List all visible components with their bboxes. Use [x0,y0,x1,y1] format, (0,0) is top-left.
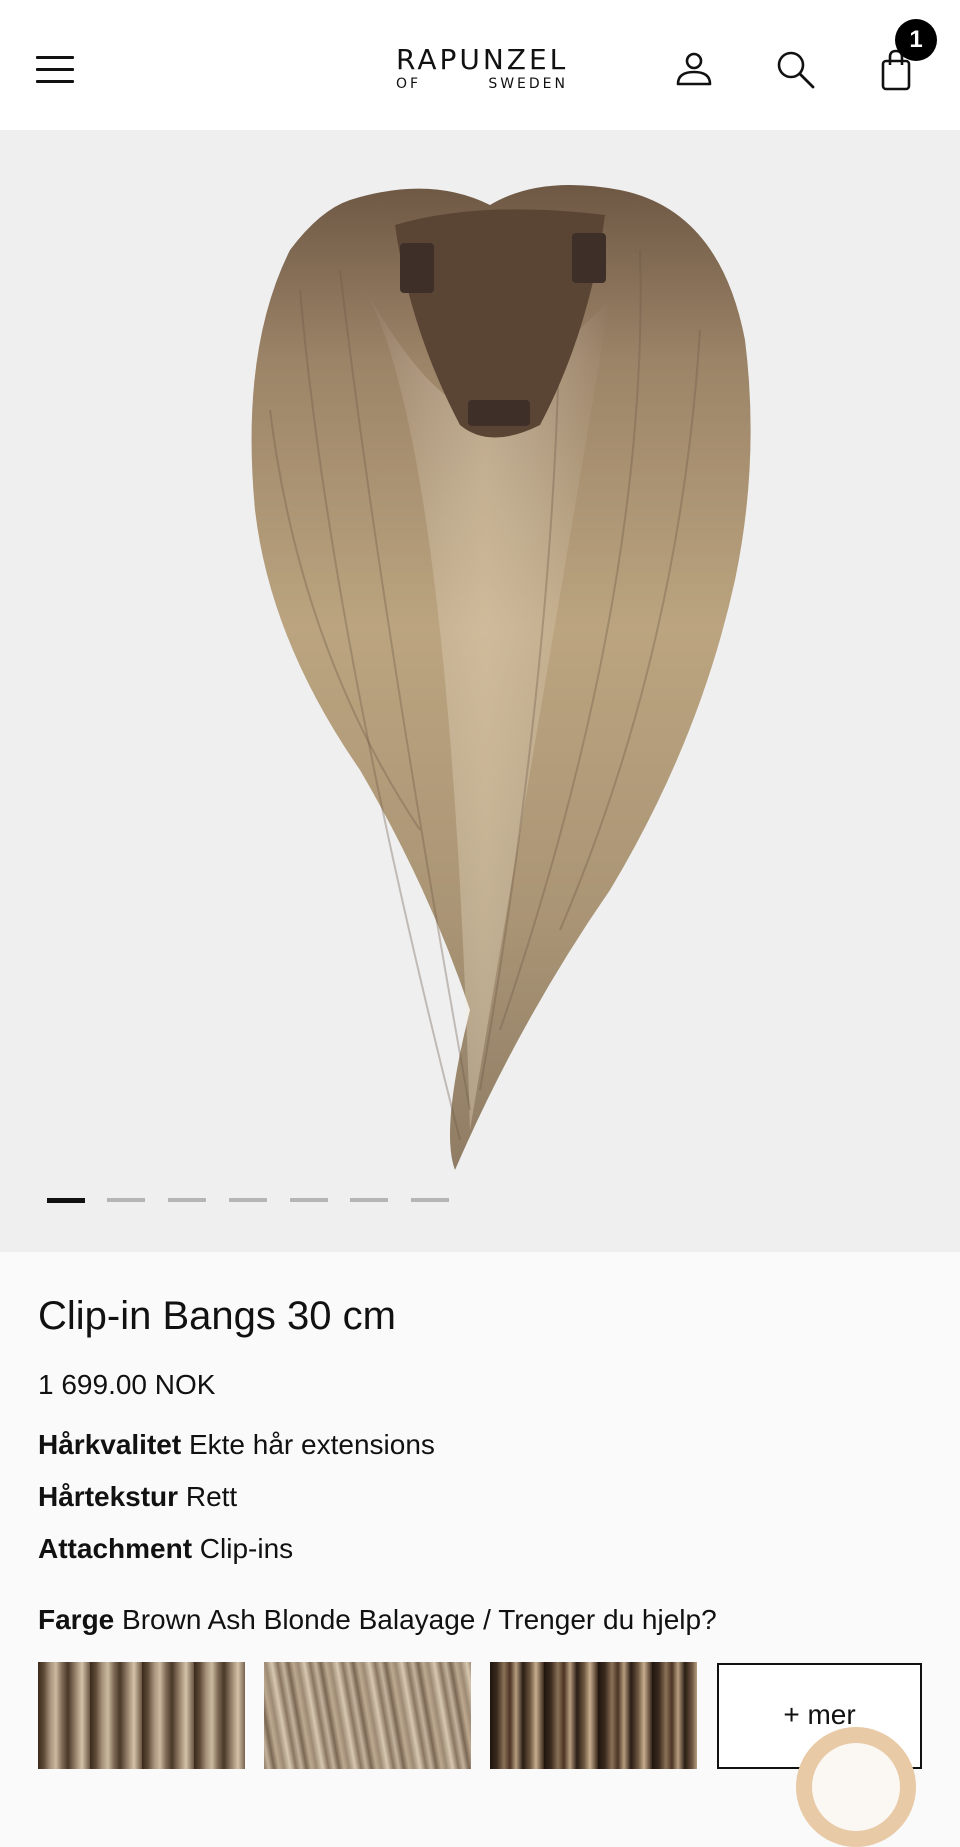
logo-of: OF [396,76,422,92]
logo[interactable]: RAPUNZEL OF SWEDEN [396,46,568,94]
product-image [251,185,751,1170]
slide-dot-1[interactable] [47,1198,85,1203]
color-swatch-2[interactable] [264,1662,471,1769]
slide-dot-4[interactable] [229,1198,267,1202]
product-image-gallery[interactable] [0,130,960,1252]
slide-dot-5[interactable] [290,1198,328,1202]
logo-wordmark: RAPUNZEL [396,43,569,76]
color-value[interactable]: Brown Ash Blonde Balayage / Trenger du h… [122,1604,717,1635]
attribute-attachment: Attachment Clip-ins [38,1532,293,1566]
chat-icon [812,1743,900,1831]
site-header: RAPUNZEL OF SWEDEN 1 [0,0,960,130]
menu-icon[interactable] [36,54,76,84]
attribute-hair-texture: Hårtekstur Rett [38,1480,237,1514]
attribute-value: Rett [185,1481,238,1512]
chat-widget-button[interactable] [796,1727,916,1847]
attribute-label: Attachment [38,1533,193,1564]
color-selector-heading: Farge Brown Ash Blonde Balayage / Trenge… [38,1603,717,1637]
attribute-label: Hårtekstur [38,1481,179,1512]
slide-dot-2[interactable] [107,1198,145,1202]
attribute-value: Clip-ins [199,1533,294,1564]
product-price: 1 699.00 NOK [38,1369,216,1400]
slide-dot-3[interactable] [168,1198,206,1202]
color-swatch-3[interactable] [490,1662,697,1769]
slide-dot-7[interactable] [411,1198,449,1202]
attribute-value: Ekte hår extensions [188,1429,435,1460]
color-label: Farge [38,1604,115,1635]
attribute-hair-quality: Hårkvalitet Ekte hår extensions [38,1428,435,1462]
user-icon[interactable] [672,48,716,92]
product-title: Clip-in Bangs 30 cm [38,1294,396,1338]
attribute-label: Hårkvalitet [38,1429,182,1460]
slide-dot-6[interactable] [350,1198,388,1202]
cart-count-badge: 1 [895,19,937,61]
search-icon[interactable] [774,48,818,92]
color-swatch-1[interactable] [38,1662,245,1769]
logo-sweden: SWEDEN [488,76,568,92]
